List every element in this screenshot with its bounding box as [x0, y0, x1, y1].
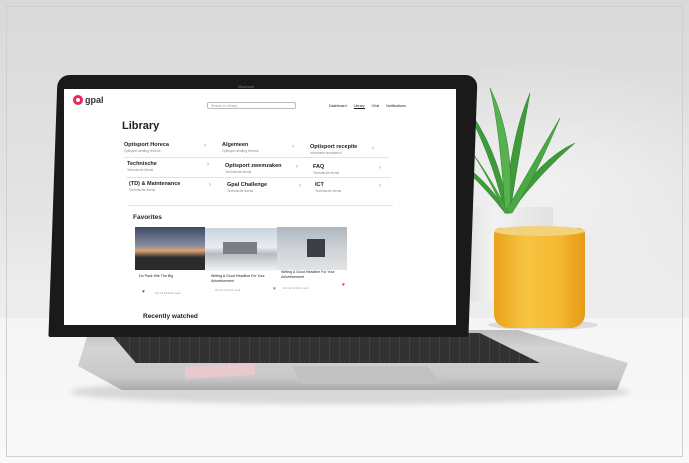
- divider: [128, 205, 393, 206]
- search-input[interactable]: Search a Library...: [207, 102, 296, 109]
- category-optisport-horeca[interactable]: Optisport Horeca Optisport dealing Horec…: [124, 142, 206, 153]
- category-subtitle: Technische dienst: [315, 189, 342, 193]
- chevron-right-icon: ›: [204, 143, 206, 149]
- category-algemeen[interactable]: Algemeen Optisport dealing Horeca ›: [222, 142, 294, 153]
- favorite-card-title[interactable]: Do Pack Wie The Big: [139, 274, 203, 279]
- nav-dashboard[interactable]: Dashboard: [329, 104, 347, 109]
- category-title: Algemeen: [222, 142, 249, 148]
- chevron-right-icon: ›: [292, 144, 294, 150]
- heart-icon[interactable]: ♥: [142, 289, 145, 295]
- favorite-card-image[interactable]: [135, 227, 205, 270]
- category-subtitle: Technische dienst: [225, 170, 252, 174]
- category-faq[interactable]: FAQ Technische dienst ›: [313, 164, 381, 175]
- chevron-right-icon: ›: [379, 165, 381, 171]
- nav-library[interactable]: Library: [353, 104, 365, 109]
- category-optisport-recepite[interactable]: Optisport recepite Informatie receptievo…: [310, 144, 374, 155]
- category-technische[interactable]: Technische Technische dienst ›: [127, 161, 209, 172]
- category-title: Optisport recepite: [310, 144, 358, 150]
- favorite-card-title[interactable]: Writing A Good Headline For Your Adverti…: [281, 270, 345, 280]
- nav-chat[interactable]: Chat: [372, 104, 380, 109]
- category-subtitle: Informatie receptievol: [310, 151, 342, 155]
- category-subtitle: Technische dienst: [127, 168, 154, 172]
- heart-icon[interactable]: ♥: [342, 282, 345, 288]
- building-shape: [223, 242, 257, 254]
- category-title: ICT: [315, 182, 324, 188]
- favorite-card-meta: Oct 14 18 3min read: [283, 286, 309, 290]
- category-title: (TD) & Maintenance: [129, 181, 181, 187]
- logo-text: gpal: [85, 95, 104, 105]
- favorite-card-image[interactable]: [277, 227, 347, 270]
- chevron-right-icon: ›: [299, 183, 301, 189]
- divider: [124, 157, 389, 158]
- chevron-right-icon: ›: [379, 183, 381, 189]
- category-td-maintenance[interactable]: (TD) & Maintenance Technische dienst ›: [129, 181, 211, 192]
- chevron-right-icon: ›: [296, 164, 298, 170]
- top-nav: Dashboard Library Chat Notifications: [329, 104, 406, 109]
- app-logo[interactable]: gpal: [73, 95, 104, 105]
- trackpad: [292, 366, 442, 384]
- category-subtitle: Technische dienst: [227, 189, 254, 193]
- favorites-heading: Favorites: [133, 214, 162, 221]
- category-subtitle: Technische dienst: [129, 188, 156, 192]
- category-title: Optisport zwemzaken: [225, 163, 282, 169]
- category-subtitle: Optisport dealing Horeca: [222, 149, 259, 153]
- category-subtitle: Technische dienst: [313, 171, 340, 175]
- chevron-right-icon: ›: [209, 182, 211, 188]
- category-title: Technische: [127, 161, 157, 167]
- page-title: Library: [122, 120, 160, 132]
- category-ict[interactable]: ICT Technische dienst ›: [315, 182, 381, 193]
- chevron-right-icon: ›: [207, 162, 209, 168]
- category-title: FAQ: [313, 164, 325, 170]
- recently-watched-heading: Recently watched: [143, 313, 198, 320]
- category-subtitle: Optisport dealing Horeca: [124, 149, 161, 153]
- laptop-screen: gpal Search a Library... Dashboard Libra…: [64, 89, 456, 325]
- nav-notifications[interactable]: Notifications: [386, 104, 406, 109]
- heart-icon[interactable]: ♥: [273, 286, 276, 292]
- favorite-card-image[interactable]: [205, 228, 277, 271]
- hill-silhouette: [135, 258, 205, 270]
- photo-scene: Macbook gpal Search a Library... Dashboa…: [0, 0, 689, 463]
- category-gpal-challenge[interactable]: Gpal Challenge Technische dienst ›: [227, 182, 301, 193]
- yellow-cup: [494, 228, 585, 328]
- favorite-card-meta: Oct 14 18 3min read: [215, 288, 241, 292]
- cup-rim: [494, 226, 585, 236]
- gpal-logo-icon: [73, 95, 83, 105]
- chevron-right-icon: ›: [372, 146, 374, 152]
- category-title: Optisport Horeca: [124, 142, 169, 148]
- category-title: Gpal Challenge: [227, 182, 268, 188]
- category-optisport-zwemzaken[interactable]: Optisport zwemzaken Technische dienst ›: [225, 163, 298, 174]
- divider: [126, 177, 391, 178]
- favorite-card-title[interactable]: Writing A Good Headline For Your Adverti…: [211, 274, 275, 284]
- house-shape: [307, 239, 325, 257]
- keyboard: [110, 333, 540, 363]
- favorite-card-meta: Oct 14 18 3min read: [155, 291, 181, 295]
